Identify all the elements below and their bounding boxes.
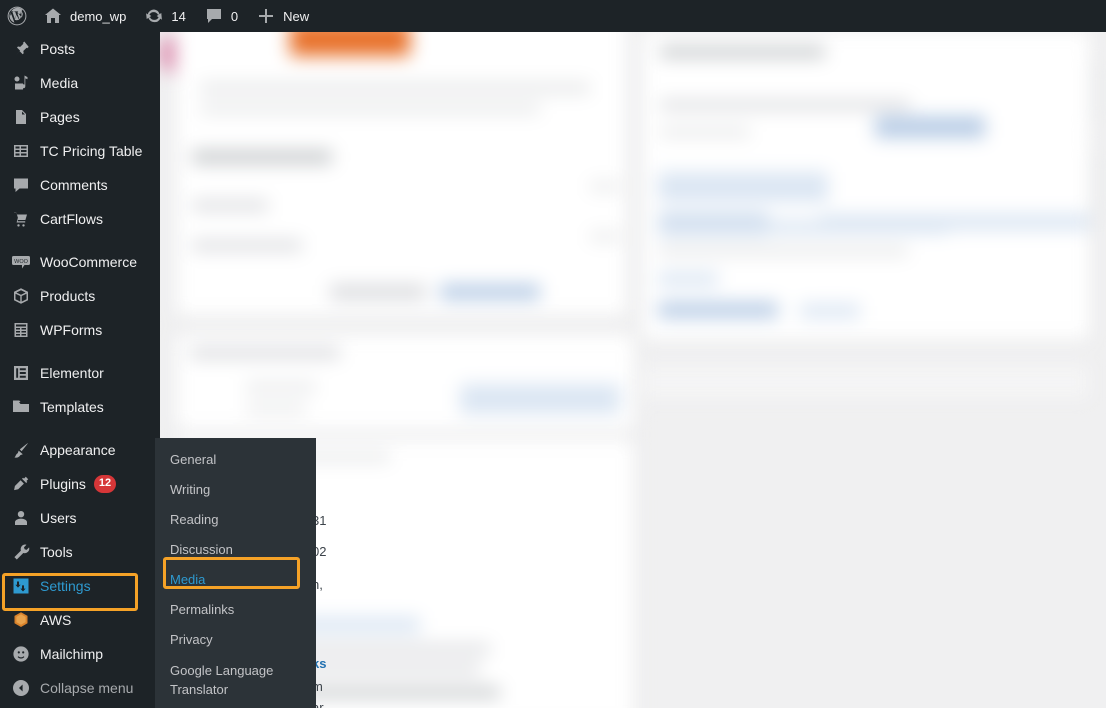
sidebar-item-wpforms[interactable]: WPForms: [0, 313, 160, 347]
collapse-arrow-icon: [11, 678, 31, 698]
updates-count: 14: [171, 8, 186, 24]
sidebar-item-settings[interactable]: Settings: [0, 569, 168, 603]
sidebar-item-pages[interactable]: Pages: [0, 100, 160, 134]
sidebar-item-label: Tools: [40, 544, 73, 560]
submenu-item-general[interactable]: General: [155, 445, 316, 475]
sidebar-item-products[interactable]: Products: [0, 279, 160, 313]
sidebar-item-cartflows[interactable]: CartFlows: [0, 202, 160, 236]
admin-bar-wordpress-logo[interactable]: [0, 0, 34, 32]
sidebar-item-woocommerce[interactable]: WOO WooCommerce: [0, 245, 160, 279]
woo-icon: WOO: [11, 252, 31, 272]
sidebar-item-label: Appearance: [40, 442, 116, 458]
sidebar-item-label: AWS: [40, 612, 72, 628]
submenu-item-reading[interactable]: Reading: [155, 505, 316, 535]
submenu-item-google-language-translator[interactable]: Google Language Translator: [155, 655, 316, 705]
menu-separator: [0, 347, 160, 356]
product-icon: [11, 286, 31, 306]
sidebar-item-elementor[interactable]: Elementor: [0, 356, 160, 390]
comments-count: 0: [230, 8, 239, 24]
admin-bar-updates[interactable]: 14: [135, 0, 194, 32]
sidebar-item-label: WPForms: [40, 322, 103, 338]
submenu-item-privacy[interactable]: Privacy: [155, 625, 316, 655]
mailchimp-icon: [11, 644, 31, 664]
sidebar-item-tc-pricing-table[interactable]: TC Pricing Table: [0, 134, 160, 168]
sidebar-item-label: Plugins: [40, 476, 86, 492]
svg-text:WOO: WOO: [14, 259, 28, 265]
brush-icon: [11, 440, 31, 460]
sidebar-item-tools[interactable]: Tools: [0, 535, 160, 569]
wordpress-admin-screen: 31 02 n, ks m ar Building industry and E…: [0, 0, 1106, 708]
collapse-menu-button[interactable]: Collapse menu: [0, 671, 160, 705]
admin-bar-site-name[interactable]: demo_wp: [34, 0, 135, 32]
pin-icon: [11, 39, 31, 59]
submenu-item-writing[interactable]: Writing: [155, 475, 316, 505]
sidebar-item-appearance[interactable]: Appearance: [0, 433, 160, 467]
comment-icon: [11, 175, 31, 195]
sidebar-item-media[interactable]: Media: [0, 66, 160, 100]
sidebar-item-label: WooCommerce: [40, 254, 137, 270]
home-icon: [43, 6, 63, 26]
user-icon: [11, 508, 31, 528]
sidebar-item-label: Pages: [40, 109, 80, 125]
admin-sidebar-menu: Posts Media Pages TC Pricing Table Comme: [0, 32, 168, 708]
cart-icon: [11, 209, 31, 229]
form-icon: [11, 320, 31, 340]
sidebar-item-label: Settings: [40, 578, 91, 594]
page-icon: [11, 107, 31, 127]
wrench-icon: [11, 542, 31, 562]
sidebar-item-posts[interactable]: Posts: [0, 32, 160, 66]
menu-separator: [0, 236, 160, 245]
sidebar-item-templates[interactable]: Templates: [0, 390, 160, 424]
sidebar-item-plugins[interactable]: Plugins 12: [0, 467, 160, 501]
submenu-item-media[interactable]: Media: [155, 565, 316, 595]
sidebar-item-label: Mailchimp: [40, 646, 104, 662]
sidebar-item-label: Elementor: [40, 365, 104, 381]
new-content-label: New: [283, 8, 310, 24]
admin-bar: demo_wp 14 0 New: [0, 0, 1106, 32]
sidebar-item-aws[interactable]: AWS: [0, 603, 160, 637]
sidebar-item-users[interactable]: Users: [0, 501, 160, 535]
settings-icon: [11, 576, 31, 596]
admin-bar-comments[interactable]: 0: [195, 0, 247, 32]
elementor-icon: [11, 363, 31, 383]
submenu-item-permalinks[interactable]: Permalinks: [155, 595, 316, 625]
comment-icon: [204, 6, 224, 26]
site-name-label: demo_wp: [70, 8, 127, 24]
submenu-item-discussion[interactable]: Discussion: [155, 535, 316, 565]
folder-icon: [11, 397, 31, 417]
sidebar-item-label: Media: [40, 75, 79, 91]
wordpress-icon: [7, 6, 27, 26]
media-icon: [11, 73, 31, 93]
update-icon: [144, 6, 164, 26]
menu-separator: [0, 424, 160, 433]
table-icon: [11, 141, 31, 161]
admin-bar-new-content[interactable]: New: [247, 0, 318, 32]
settings-submenu-flyout: General Writing Reading Discussion Media…: [155, 438, 316, 708]
sidebar-item-label: Posts: [40, 41, 76, 57]
sidebar-item-label: Templates: [40, 399, 104, 415]
plug-icon: [11, 474, 31, 494]
sidebar-item-label: Comments: [40, 177, 108, 193]
sidebar-item-label: TC Pricing Table: [40, 143, 143, 159]
sidebar-item-label: Users: [40, 510, 77, 526]
sidebar-item-label: Products: [40, 288, 96, 304]
collapse-menu-label: Collapse menu: [40, 680, 134, 696]
plugins-update-badge: 12: [93, 475, 117, 493]
sidebar-item-label: CartFlows: [40, 211, 104, 227]
sidebar-item-comments[interactable]: Comments: [0, 168, 160, 202]
aws-icon: [11, 610, 31, 630]
plus-icon: [256, 6, 276, 26]
sidebar-item-mailchimp[interactable]: Mailchimp: [0, 637, 160, 671]
